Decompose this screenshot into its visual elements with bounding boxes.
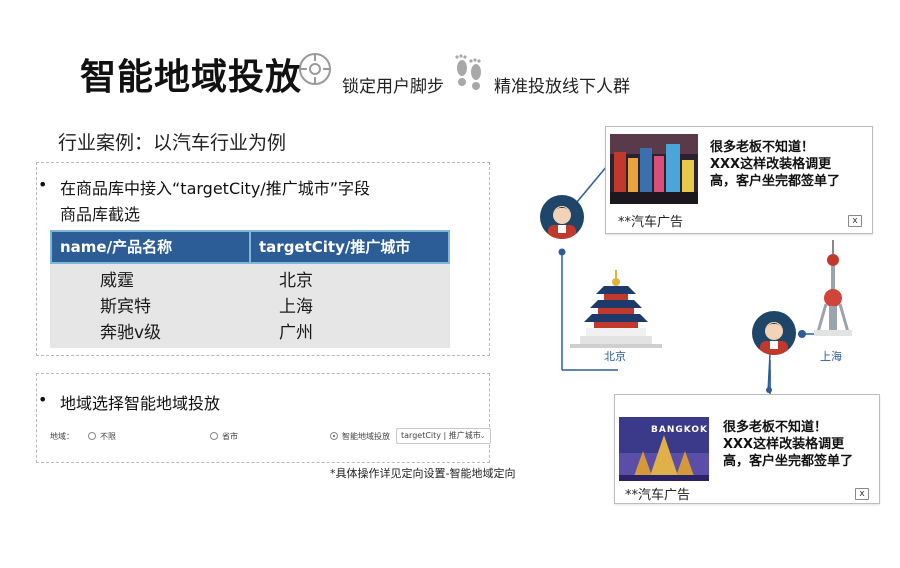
footprints-icon [455, 54, 481, 90]
ad-headline-1: 很多老板不知道！ [710, 140, 815, 155]
close-button[interactable]: x [855, 488, 869, 500]
target-city: 北京 [279, 271, 313, 291]
shanghai-tower-icon [814, 240, 852, 336]
page-title: 智能地域投放 [80, 57, 303, 98]
ad-headline-2: XXX这样改装格调更 [710, 157, 832, 172]
table-body: 威霆 北京 斯宾特 上海 奔驰v级 广州 [50, 264, 450, 348]
radio-smart-region-label: 智能地域投放 [342, 431, 390, 441]
footnote: *具体操作详见定向设置-智能地域定向 [330, 467, 516, 480]
radio-smart-region[interactable] [330, 432, 338, 440]
ad-headline-3: 高，客户坐完都签单了 [710, 174, 841, 189]
product-name: 威霆 [100, 271, 134, 291]
feed-excerpt-label: 商品库截选 [60, 205, 141, 224]
ad-label: **汽车广告 [625, 488, 691, 503]
city-label-beijing: 北京 [604, 350, 626, 363]
ad-card[interactable]: 很多老板不知道！ XXX这样改装格调更 高，客户坐完都签单了 **汽车广告 x [605, 126, 873, 234]
radio-unlimited[interactable] [88, 432, 96, 440]
person-icon [760, 322, 788, 355]
target-offline-label: 精准投放线下人群 [494, 77, 630, 97]
city-night-image [610, 134, 698, 204]
radio-province-city[interactable] [210, 432, 218, 440]
target-city: 上海 [279, 297, 313, 317]
close-button[interactable]: x [848, 215, 862, 227]
product-name: 奔驰v级 [100, 323, 162, 343]
product-table: name/产品名称 targetCity/推广城市 威霆 北京 斯宾特 上海 奔… [50, 230, 450, 348]
table-row: 斯宾特 上海 [50, 294, 450, 320]
case-title: 行业案例：以汽车行业为例 [58, 132, 287, 154]
user-avatar [540, 195, 584, 239]
table-row: 威霆 北京 [50, 268, 450, 294]
header-target-city: targetCity/推广城市 [259, 238, 411, 256]
bullet-feed-field: 在商品库中接入“targetCity/推广城市”字段 [38, 175, 370, 199]
target-city-select-value: targetCity | 推广城市 [401, 431, 481, 440]
product-name: 斯宾特 [100, 297, 151, 317]
ad-headline-1: 很多老板不知道！ [723, 420, 828, 435]
bangkok-caption: BANGKOK [651, 425, 708, 435]
city-label-shanghai: 上海 [820, 350, 842, 363]
ad-headline-3: 高，客户坐完都签单了 [723, 454, 854, 469]
radio-province-city-label: 省市 [222, 431, 238, 441]
ad-headline-2: XXX这样改装格调更 [723, 437, 845, 452]
table-header: name/产品名称 targetCity/推广城市 [50, 230, 450, 264]
region-select-section [36, 373, 490, 463]
footnote-text: 具体操作详见定向设置-智能地域定向 [335, 467, 516, 480]
ad-label: **汽车广告 [618, 215, 684, 230]
radio-unlimited-label: 不限 [100, 431, 116, 441]
crosshair-icon [299, 53, 331, 85]
chevron-down-icon: ⌄ [479, 431, 486, 440]
user-avatar [752, 311, 796, 355]
region-label: 地域： [50, 431, 74, 441]
target-city-select[interactable]: targetCity | 推广城市 ⌄ [396, 428, 491, 444]
table-row: 奔驰v级 广州 [50, 320, 450, 346]
bullet-region-select: 地域选择智能地域投放 [38, 390, 220, 414]
lock-footsteps-label: 锁定用户脚步 [342, 77, 444, 97]
header-product-name: name/产品名称 [52, 232, 251, 262]
person-icon [548, 206, 576, 239]
region-selector: 地域： 不限 省市 智能地域投放 targetCity | 推广城市 ⌄ [50, 428, 491, 444]
beijing-temple-icon [570, 270, 662, 348]
target-city: 广州 [279, 323, 313, 343]
ad-card[interactable]: BANGKOK 很多老板不知道！ XXX这样改装格调更 高，客户坐完都签单了 *… [614, 394, 880, 504]
